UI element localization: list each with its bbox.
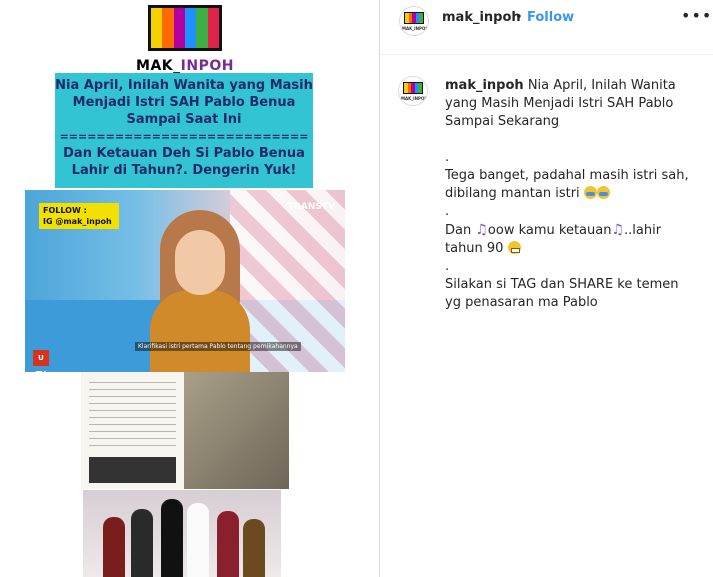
post-caption: mak_inpoh Nia April, Inilah Wanita yang … xyxy=(445,77,695,312)
headline-banner: Nia April, Inilah Wanita yang Masih Menj… xyxy=(55,73,313,188)
follow-badge: FOLLOW : IG @mak_inpoh xyxy=(39,203,119,229)
channel-badge: U TV xyxy=(33,350,49,378)
post-image[interactable]: MAK_INPOH Nia April, Inilah Wanita yang … xyxy=(25,0,345,577)
separator-dot: • xyxy=(515,10,523,25)
caption-dot: . xyxy=(445,150,450,165)
video-subtitle: Klarifikasi istri pertama Pablo tentang … xyxy=(135,342,301,351)
music-note-icon: ♫ xyxy=(611,222,625,238)
post-header: MAK_INPOH mak_inpoh • Follow ••• xyxy=(380,0,713,55)
crying-emoji-icon xyxy=(583,186,597,199)
banner-line: Nia April, Inilah Wanita yang Masih xyxy=(55,78,313,93)
caption-username[interactable]: mak_inpoh xyxy=(445,78,524,93)
grinning-emoji-icon xyxy=(507,241,521,254)
caption-text: Silakan si TAG dan SHARE ke temen yg pen… xyxy=(445,277,679,310)
banner-separator: =========================== xyxy=(59,130,309,143)
channel-logo: TRANSTV xyxy=(287,202,335,212)
panel-divider xyxy=(379,0,380,577)
header-username[interactable]: mak_inpoh xyxy=(442,10,521,25)
post-media-area: MAK_INPOH Nia April, Inilah Wanita yang … xyxy=(0,0,379,577)
wedding-photo xyxy=(83,490,281,577)
more-options-icon[interactable]: ••• xyxy=(681,6,712,25)
marriage-document-photo xyxy=(81,372,289,489)
video-frame: FOLLOW : IG @mak_inpoh TRANSTV U TV Klar… xyxy=(25,190,345,378)
music-note-icon: ♫ xyxy=(475,222,488,238)
banner-line: Menjadi Istri SAH Pablo Benua xyxy=(72,95,296,110)
crying-emoji-icon xyxy=(596,186,610,199)
caption-avatar[interactable]: MAK_INPOH xyxy=(398,76,428,106)
logo-text: MAK_INPOH xyxy=(136,58,234,74)
banner-line: Lahir di Tahun?. Dengerin Yuk! xyxy=(71,163,297,178)
caption-text: Tega banget, padahal masih istri sah, di… xyxy=(445,168,689,201)
banner-line: Sampai Saat Ini xyxy=(126,112,242,127)
follow-button[interactable]: Follow xyxy=(527,10,574,25)
caption-dot: . xyxy=(445,204,450,219)
avatar[interactable]: MAK_INPOH xyxy=(399,6,429,36)
mak-inpoh-logo xyxy=(148,5,222,51)
banner-line: Dan Ketauan Deh Si Pablo Benua xyxy=(63,146,305,161)
